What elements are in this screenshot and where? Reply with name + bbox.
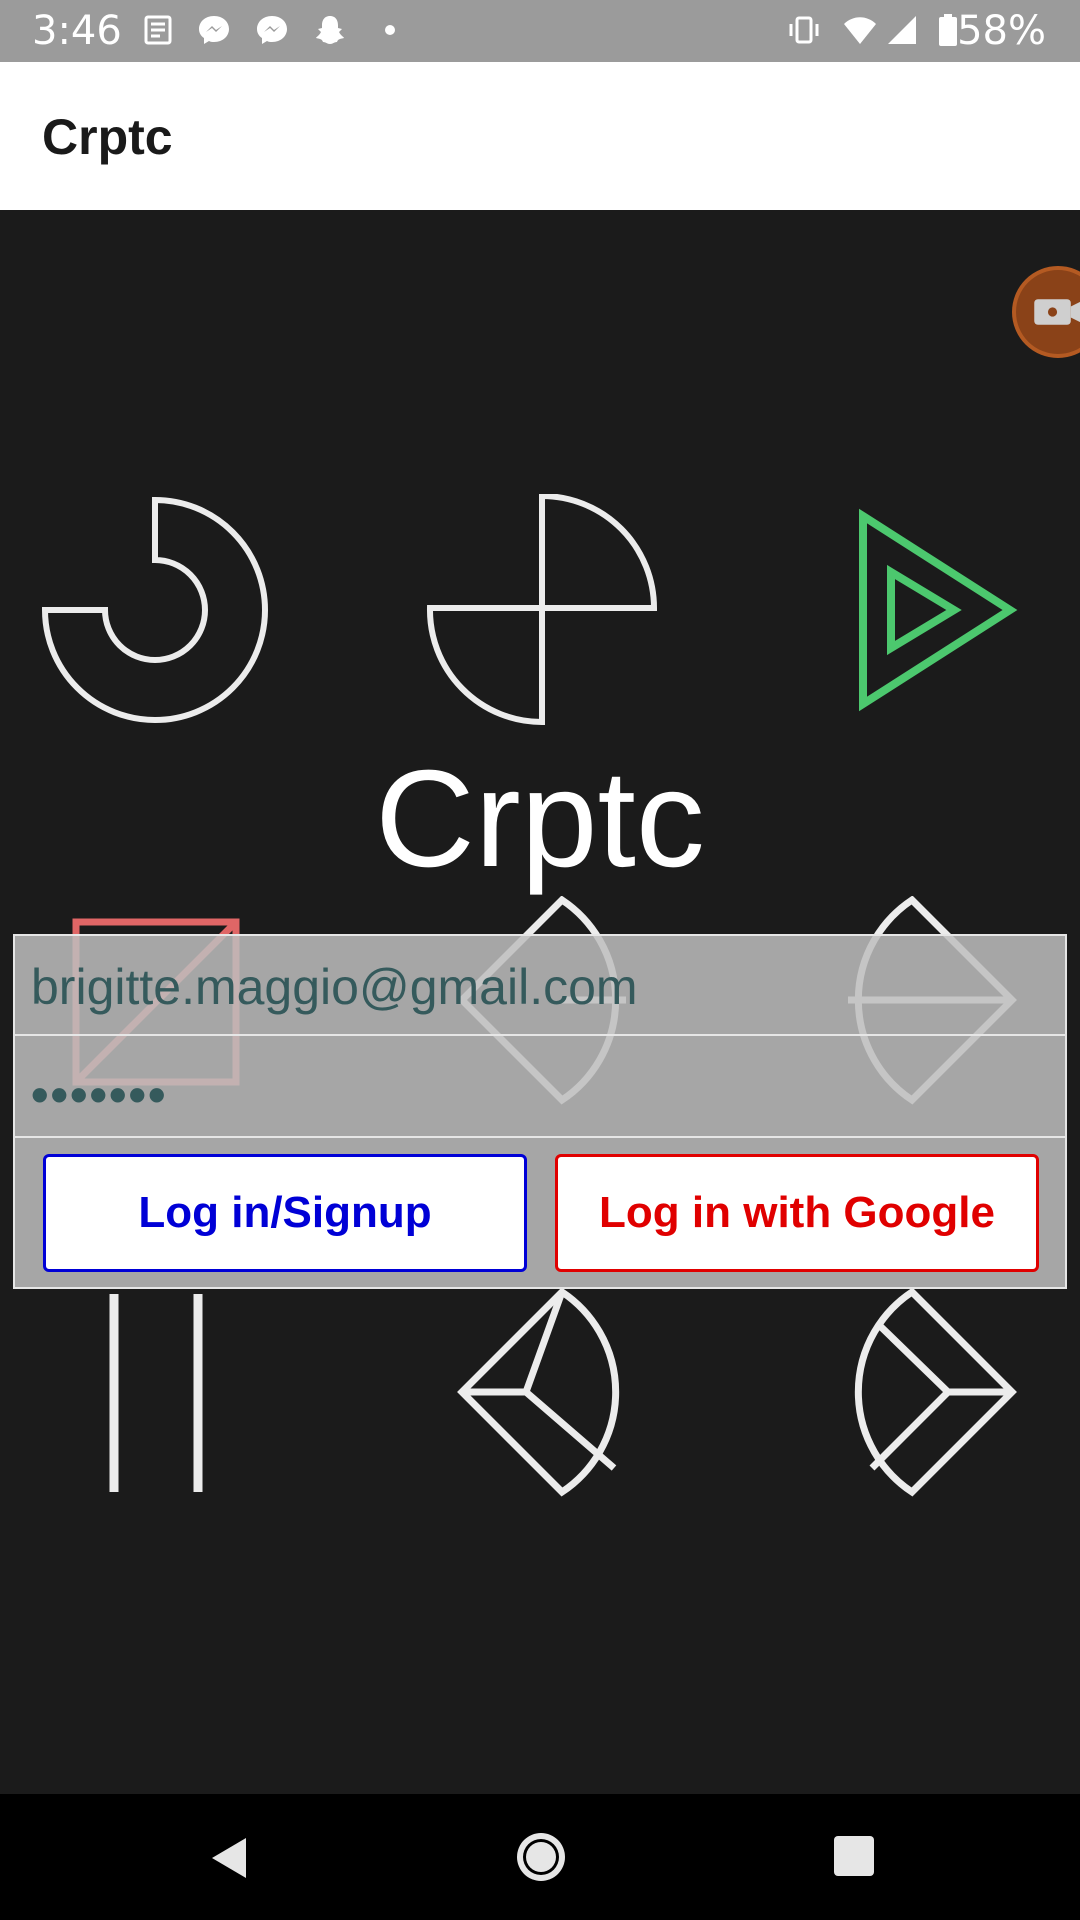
email-field[interactable]: brigitte.maggio@gmail.com <box>15 936 1065 1036</box>
messenger-icon <box>199 16 229 44</box>
login-signup-button[interactable]: Log in/Signup <box>43 1154 527 1272</box>
email-value: brigitte.maggio@gmail.com <box>31 959 638 1015</box>
video-camera-icon <box>1034 299 1080 325</box>
nav-bar <box>0 1794 1080 1920</box>
status-time: 3:46 <box>32 8 122 54</box>
split-circle-glyph-icon <box>426 494 658 726</box>
wifi-icon <box>844 17 876 44</box>
signal-icon <box>888 16 916 44</box>
app-bar-title: Crptc <box>42 109 173 165</box>
vibrate-icon <box>789 16 819 44</box>
news-icon <box>144 15 172 45</box>
arc-diamond-branch-glyph-icon <box>854 1288 1017 1497</box>
dot-icon <box>385 25 395 35</box>
messenger-icon <box>257 16 287 44</box>
spiral-glyph-icon <box>41 496 268 723</box>
google-login-button[interactable]: Log in with Google <box>555 1154 1039 1272</box>
back-icon[interactable] <box>200 1828 260 1888</box>
recents-icon[interactable] <box>826 1828 886 1888</box>
password-field[interactable]: ••••••• <box>15 1038 1065 1138</box>
double-bar-glyph-icon <box>109 1294 203 1492</box>
status-bar: 3:46 58% <box>0 0 1080 62</box>
password-value: ••••••• <box>31 1067 168 1123</box>
screen-record-bubble[interactable] <box>1012 266 1080 358</box>
battery-percent: 58% <box>957 8 1046 54</box>
hero-title: Crptc <box>375 742 705 896</box>
play-triangle-glyph-icon <box>859 508 1018 712</box>
app-bar: Crptc <box>0 62 1080 210</box>
home-icon[interactable] <box>510 1826 572 1888</box>
snapchat-icon <box>316 16 344 44</box>
diamond-arc-branch-glyph-icon <box>457 1288 620 1497</box>
login-panel: brigitte.maggio@gmail.com ••••••• Log in… <box>13 934 1067 1289</box>
